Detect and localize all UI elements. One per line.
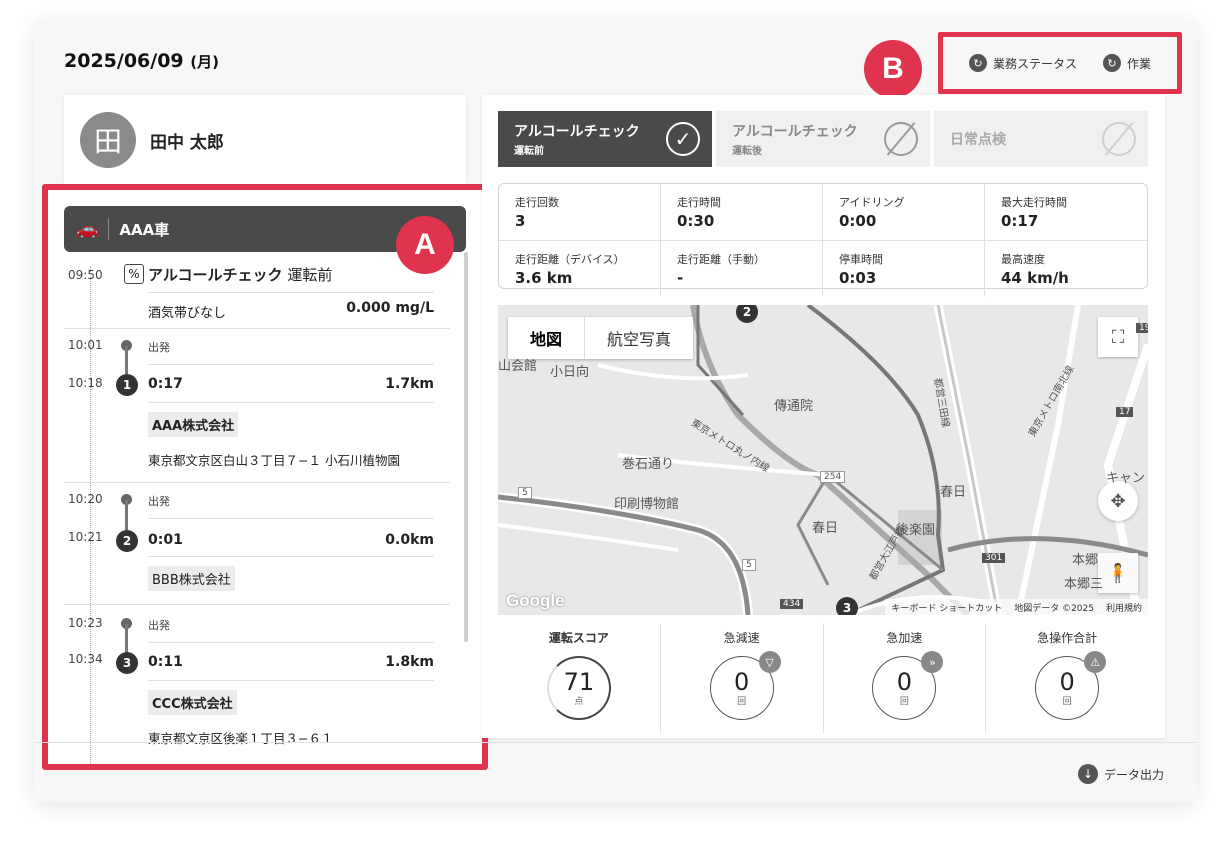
map-type-map-button[interactable]: 地図 [508,317,586,359]
company-tag: BBB株式会社 [148,566,235,591]
tab-daily-inspection[interactable]: 日常点検 [934,111,1148,167]
route-stop-marker[interactable]: 3 [836,597,858,615]
stat-cell: 停車時間 0:03 [823,241,985,297]
score-hard-braking: 急減速 0 回 ▽ [659,623,823,733]
stat-cell: アイドリング 0:00 [823,184,985,241]
move-icon: ✥ [1110,490,1126,512]
fullscreen-button[interactable]: ⛶ [1098,317,1138,357]
keyboard-shortcuts-link[interactable]: キーボード ショートカット [891,601,1002,614]
stat-cell: 走行回数 3 [499,184,661,241]
stop-number: 3 [116,652,138,674]
score-driving: 運転スコア 71 点 [498,623,660,733]
refresh-icon: ↻ [1102,54,1121,72]
map-pan-button[interactable]: ✥ [1098,481,1138,521]
no-entry-icon [884,122,918,156]
list-item[interactable]: 0:11 1.8km [148,654,434,670]
driving-stats: 走行回数 3 走行時間 0:30 アイドリング 0:00 最大走行時間 0:17 走行距… [498,183,1148,297]
refresh-icon: ↻ [968,54,987,72]
stat-cell: 最大走行時間 0:17 [985,184,1147,241]
detail-panel: アルコールチェック 運転前 ✓ アルコールチェック 運転後 日常点検 走行回数 3… [482,95,1165,738]
map-footer: キーボード ショートカット 地図データ ©2025 利用規約 [885,599,1148,615]
percent-icon: % [124,264,144,284]
alcohol-check-title: アルコールチェック 運転前 [148,266,333,284]
stat-cell: 走行距離（デバイス） 3.6 km [499,241,661,297]
stat-cell: 最高速度 44 km/h [1001,253,1069,287]
stat-cell: 走行距離（手動） - [661,241,823,297]
address: 東京都文京区白山３丁目７−１ 小石川植物園 [148,453,400,468]
pegman-icon: 🧍 [1106,562,1130,584]
map-type-toggle: 地図 航空写真 [508,317,694,359]
map-type-aerial-button[interactable]: 航空写真 [585,317,693,359]
double-chevron-up-icon: » [921,651,944,673]
user-name: 田中 太郎 [150,132,224,153]
check-tabs: アルコールチェック 運転前 ✓ アルコールチェック 運転後 日常点検 [498,111,1148,167]
list-item[interactable]: 0:01 0.0km [148,532,434,548]
annotation-badge-a: A [396,216,454,274]
app-window: 2025/06/09 (月) B ↻ 業務ステータス ↻ 作業 田 田中 太郎 … [34,20,1196,802]
address: 東京都文京区後楽１丁目３−６１ [148,731,334,746]
warning-icon: ⚠ [1084,651,1107,673]
vehicle-name: AAA車 [119,220,170,239]
timeline-list: 09:50 % アルコールチェック 運転前 酒気帯びなし 0.000 mg/L … [64,252,466,764]
fullscreen-icon: ⛶ [1111,326,1125,348]
avatar: 田 [80,112,136,168]
annotation-badge-b: B [864,40,922,98]
driving-scores: 運転スコア 71 点 急減速 0 回 ▽ 急加速 0 回 » 急操作合計 0 回… [498,623,1148,733]
page-date: 2025/06/09 (月) [64,50,219,72]
triangle-down-icon: ▽ [758,651,781,673]
work-button[interactable]: ↻ 作業 [1102,54,1151,72]
tab-alcohol-after[interactable]: アルコールチェック 運転後 [716,111,930,167]
alcohol-value: 0.000 mg/L [346,300,434,316]
tab-alcohol-before[interactable]: アルコールチェック 運転前 ✓ [498,111,712,167]
business-status-button[interactable]: ↻ 業務ステータス [968,54,1077,72]
score-sudden-operations: 急操作合計 0 回 ⚠ [985,623,1148,733]
no-entry-icon [1102,122,1136,156]
route-map[interactable]: 地図 航空写真 ⛶ ✥ 🧍 2 3 山会館 小日向 傳通院 巻石通り 印刷博物館… [498,305,1148,615]
list-item[interactable]: 0:17 1.7km [148,376,434,392]
car-icon: 🚗 [76,218,99,240]
company-tag: CCC株式会社 [148,690,237,715]
stop-number: 1 [116,374,138,396]
data-export-button[interactable]: ↓ データ出力 [1077,764,1164,784]
stop-number: 2 [116,530,138,552]
user-card: 田 田中 太郎 [64,95,466,185]
check-circle-icon: ✓ [666,122,700,156]
download-icon: ↓ [1077,764,1098,784]
header-actions: ↻ 業務ステータス ↻ 作業 [938,32,1182,94]
terms-link[interactable]: 利用規約 [1106,601,1142,614]
street-view-button[interactable]: 🧍 [1098,553,1138,593]
stat-cell: 走行時間 0:30 [661,184,823,241]
company-tag: AAA株式会社 [148,412,239,437]
score-hard-acceleration: 急加速 0 回 » [822,623,986,733]
google-logo: Google [506,591,565,610]
